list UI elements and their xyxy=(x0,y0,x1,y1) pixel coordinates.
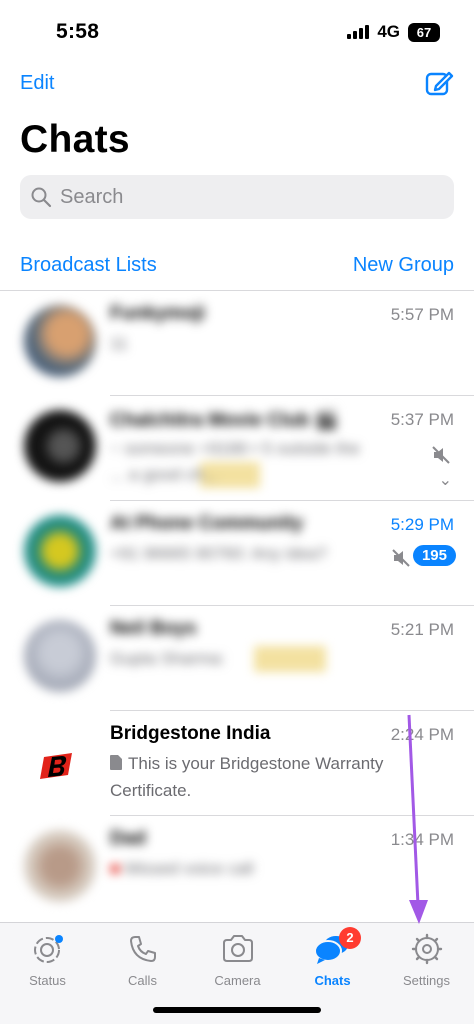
avatar xyxy=(24,305,96,377)
chats-badge: 2 xyxy=(339,927,361,949)
search-placeholder: Search xyxy=(60,185,124,208)
chat-preview: +91 96665 90760: Any idea? xyxy=(110,544,327,563)
chat-row[interactable]: Funkymoji 5:57 PM 11 xyxy=(0,291,474,396)
chat-time: 5:37 PM xyxy=(390,410,454,429)
chevron-down-icon[interactable]: ⌄ xyxy=(439,470,452,490)
chat-row[interactable]: At Phone Community 5:29 PM +91 96665 907… xyxy=(0,501,474,606)
tab-status[interactable]: Status xyxy=(0,931,95,988)
chat-preview: Gupta Sharma: xyxy=(110,646,410,672)
chat-preview-line: ~ someone +9188 • 5 outside the xyxy=(110,439,360,458)
missed-call-icon: ■ xyxy=(110,859,125,878)
avatar xyxy=(24,515,96,587)
tab-calls[interactable]: Calls xyxy=(95,931,190,988)
chat-row[interactable]: Dad 1:34 PM ■ Missed voice call xyxy=(0,816,474,921)
chat-time: 2:24 PM xyxy=(390,725,454,744)
chat-preview: This is your Bridgestone Warranty Certif… xyxy=(110,751,410,804)
camera-icon xyxy=(190,931,285,967)
chat-preview-line: Missed voice call xyxy=(125,859,254,878)
avatar xyxy=(24,725,96,797)
avatar xyxy=(24,620,96,692)
status-time: 5:58 xyxy=(56,20,100,43)
chat-preview: ~ someone +9188 • 5 outside the ... a go… xyxy=(110,436,410,488)
status-bar: 5:58 4G 67 xyxy=(0,0,474,62)
chat-preview: 11 xyxy=(110,334,128,353)
tab-camera[interactable]: Camera xyxy=(190,931,285,988)
chat-name: Dad xyxy=(110,828,146,849)
network-type: 4G xyxy=(377,22,400,41)
compose-icon[interactable] xyxy=(424,68,454,98)
tab-label: Camera xyxy=(214,973,261,988)
status-indicators: 4G 67 xyxy=(347,22,440,42)
edit-button[interactable]: Edit xyxy=(20,72,54,95)
chat-name: Funkymoji xyxy=(110,303,206,324)
chat-time: 5:29 PM xyxy=(390,515,454,534)
tab-label: Chats xyxy=(314,973,351,988)
document-icon xyxy=(110,752,122,778)
chat-name: Bridgestone India xyxy=(110,723,271,744)
tab-label: Calls xyxy=(128,973,157,988)
chat-list[interactable]: Funkymoji 5:57 PM 11 Chalchitra Movie Cl… xyxy=(0,291,474,921)
tab-settings[interactable]: Settings xyxy=(379,931,474,988)
chat-row[interactable]: Bridgestone India 2:24 PM This is your B… xyxy=(0,711,474,816)
chat-preview-line: This is your Bridgestone Warranty xyxy=(128,754,384,773)
chat-time: 5:57 PM xyxy=(390,305,454,324)
status-icon xyxy=(0,931,95,967)
unread-badge: 195 xyxy=(412,545,456,566)
chat-time: 1:34 PM xyxy=(390,830,454,849)
muted-icon xyxy=(430,444,452,471)
chat-row[interactable]: Neil Boys 5:21 PM Gupta Sharma: xyxy=(0,606,474,711)
chat-preview-line: ... a good ch... xyxy=(110,462,410,488)
page-title: Chats xyxy=(20,118,130,161)
new-group-button[interactable]: New Group xyxy=(353,254,454,277)
bridgestone-logo-icon xyxy=(40,753,72,779)
battery-icon: 67 xyxy=(408,22,440,42)
broadcast-lists-button[interactable]: Broadcast Lists xyxy=(20,254,157,277)
home-indicator xyxy=(153,1007,321,1013)
chat-name: Chalchitra Movie Club 🎬 xyxy=(110,410,339,431)
chat-time: 5:21 PM xyxy=(390,620,454,639)
tab-chats[interactable]: 2 Chats xyxy=(285,927,380,988)
tab-bar: Status Calls Camera 2 Chats Settings xyxy=(0,922,474,1024)
signal-icon xyxy=(347,25,370,39)
search-input[interactable]: Search xyxy=(20,175,454,219)
chat-row[interactable]: Chalchitra Movie Club 🎬 5:37 PM ~ someon… xyxy=(0,396,474,501)
chat-name: At Phone Community xyxy=(110,513,304,534)
chat-name: Neil Boys xyxy=(110,618,197,639)
chats-icon: 2 xyxy=(285,927,380,967)
tab-label: Status xyxy=(29,973,66,988)
tab-label: Settings xyxy=(403,973,450,988)
phone-icon xyxy=(95,931,190,967)
avatar xyxy=(24,830,96,902)
avatar xyxy=(24,410,96,482)
search-icon xyxy=(31,187,52,208)
muted-icon xyxy=(390,547,412,574)
chat-preview-line: Certificate. xyxy=(110,780,192,800)
gear-icon xyxy=(379,931,474,967)
chat-preview: ■ Missed voice call xyxy=(110,856,410,882)
